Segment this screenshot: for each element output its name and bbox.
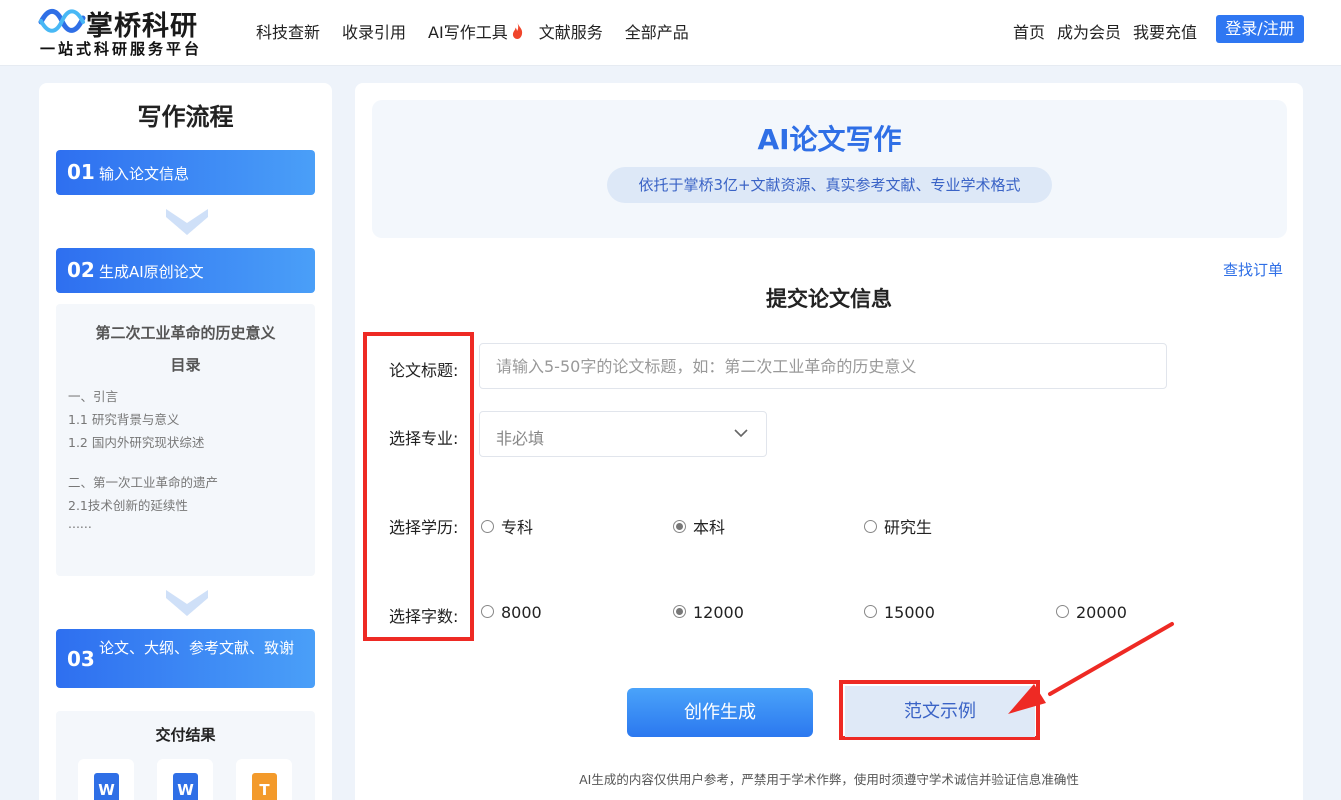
- login-register-button[interactable]: 登录/注册: [1216, 15, 1304, 43]
- outline-line: ......: [68, 516, 92, 531]
- degree-option-graduate[interactable]: 研究生: [864, 514, 932, 538]
- nav-ai-writing-tools[interactable]: AI写作工具: [428, 19, 523, 43]
- logo[interactable]: 掌桥科研 一站式科研服务平台: [38, 4, 218, 60]
- main-panel: AI论文写作 依托于掌桥3亿+文献资源、真实参考文献、专业学术格式 查找订单 提…: [355, 83, 1303, 800]
- find-order-link[interactable]: 查找订单: [1223, 259, 1283, 280]
- step-2: 02 生成AI原创论文: [56, 248, 315, 293]
- radio-selected-icon: [673, 520, 686, 533]
- radio-icon: [481, 520, 494, 533]
- step-label: 生成AI原创论文: [99, 263, 204, 281]
- title-label: 论文标题:: [389, 361, 459, 380]
- nav-home[interactable]: 首页: [1013, 19, 1045, 43]
- chevron-down-icon: [734, 429, 748, 438]
- outline-toc-label: 目录: [170, 356, 201, 374]
- outline-line: 一、引言: [68, 389, 119, 404]
- major-label: 选择专业:: [389, 429, 459, 448]
- radio-selected-icon: [673, 605, 686, 618]
- logo-wave-icon: [38, 8, 86, 33]
- step-number: 03: [67, 647, 95, 671]
- nav-all-products[interactable]: 全部产品: [625, 19, 689, 43]
- fire-icon: [512, 23, 522, 39]
- radio-icon: [864, 605, 877, 618]
- delivery-title: 交付结果: [155, 726, 216, 744]
- banner-title: AI论文写作: [757, 123, 902, 156]
- chevron-down-icon: [166, 209, 208, 235]
- nav-literature-service[interactable]: 文献服务: [539, 19, 603, 43]
- user-nav: 首页 成为会员 我要充值: [1013, 19, 1209, 43]
- radio-icon: [864, 520, 877, 533]
- nav-membership[interactable]: 成为会员: [1057, 19, 1121, 43]
- main-nav: 科技查新 收录引用 AI写作工具 文献服务 全部产品: [256, 19, 711, 43]
- outline-line: 2.1技术创新的延续性: [68, 498, 188, 513]
- step-number: 01: [67, 160, 95, 184]
- radio-icon: [481, 605, 494, 618]
- sidebar-title: 写作流程: [137, 103, 234, 131]
- nav-citation[interactable]: 收录引用: [342, 19, 406, 43]
- chevron-down-icon: [166, 590, 208, 616]
- degree-label: 选择学历:: [389, 518, 459, 537]
- step-3: 03 论文、大纲、参考文献、致谢: [56, 629, 315, 688]
- major-select-value: 非必填: [496, 429, 545, 448]
- step-label: 输入论文信息: [99, 165, 190, 183]
- word-count-option-12000[interactable]: 12000: [673, 603, 744, 622]
- nav-recharge[interactable]: 我要充值: [1133, 19, 1197, 43]
- disclaimer-text: AI生成的内容仅供用户参考，严禁用于学术作弊，使用时须遵守学术诚信并验证信息准确…: [579, 772, 1079, 787]
- degree-option-bachelor[interactable]: 本科: [673, 514, 725, 538]
- text-doc-icon: T: [236, 759, 292, 800]
- nav-tech-novelty[interactable]: 科技查新: [256, 19, 320, 43]
- intro-banner: AI论文写作 依托于掌桥3亿+文献资源、真实参考文献、专业学术格式: [372, 100, 1287, 238]
- writing-process-sidebar: 写作流程 01 输入论文信息 02 生成AI原创论文 第二次工业革命的历史意义 …: [39, 83, 332, 800]
- step-1: 01 输入论文信息: [56, 150, 315, 195]
- top-header: 掌桥科研 一站式科研服务平台 科技查新 收录引用 AI写作工具 文献服务 全部产…: [0, 0, 1341, 66]
- logo-subtitle: 一站式科研服务平台: [40, 40, 203, 58]
- degree-option-junior-college[interactable]: 专科: [481, 514, 533, 538]
- word-count-option-20000[interactable]: 20000: [1056, 603, 1127, 622]
- paper-title-input[interactable]: [479, 343, 1167, 389]
- word-doc-icon: W: [78, 759, 134, 800]
- sample-outline-card: 第二次工业革命的历史意义 目录 一、引言 1.1 研究背景与意义 1.2 国内外…: [56, 304, 315, 576]
- radio-icon: [1056, 605, 1069, 618]
- step-label: 论文、大纲、参考文献、致谢: [99, 639, 295, 657]
- word-count-option-8000[interactable]: 8000: [481, 603, 542, 622]
- word-doc-icon: W: [157, 759, 213, 800]
- step-number: 02: [67, 258, 95, 282]
- delivery-card: 交付结果 W W T: [56, 711, 315, 800]
- form-title: 提交论文信息: [766, 287, 892, 311]
- word-count-option-15000[interactable]: 15000: [864, 603, 935, 622]
- sample-example-button[interactable]: 范文示例: [845, 686, 1035, 737]
- banner-subtitle: 依托于掌桥3亿+文献资源、真实参考文献、专业学术格式: [607, 167, 1052, 203]
- outline-line: 1.1 研究背景与意义: [68, 412, 180, 427]
- major-select[interactable]: 非必填: [479, 411, 767, 457]
- word-count-label: 选择字数:: [389, 607, 459, 626]
- nav-ai-writing-label: AI写作工具: [428, 23, 508, 42]
- outline-line: 二、第一次工业革命的遗产: [68, 475, 219, 490]
- outline-line: 1.2 国内外研究现状综述: [68, 435, 205, 450]
- generate-button[interactable]: 创作生成: [627, 688, 813, 737]
- outline-paper-title: 第二次工业革命的历史意义: [95, 324, 276, 342]
